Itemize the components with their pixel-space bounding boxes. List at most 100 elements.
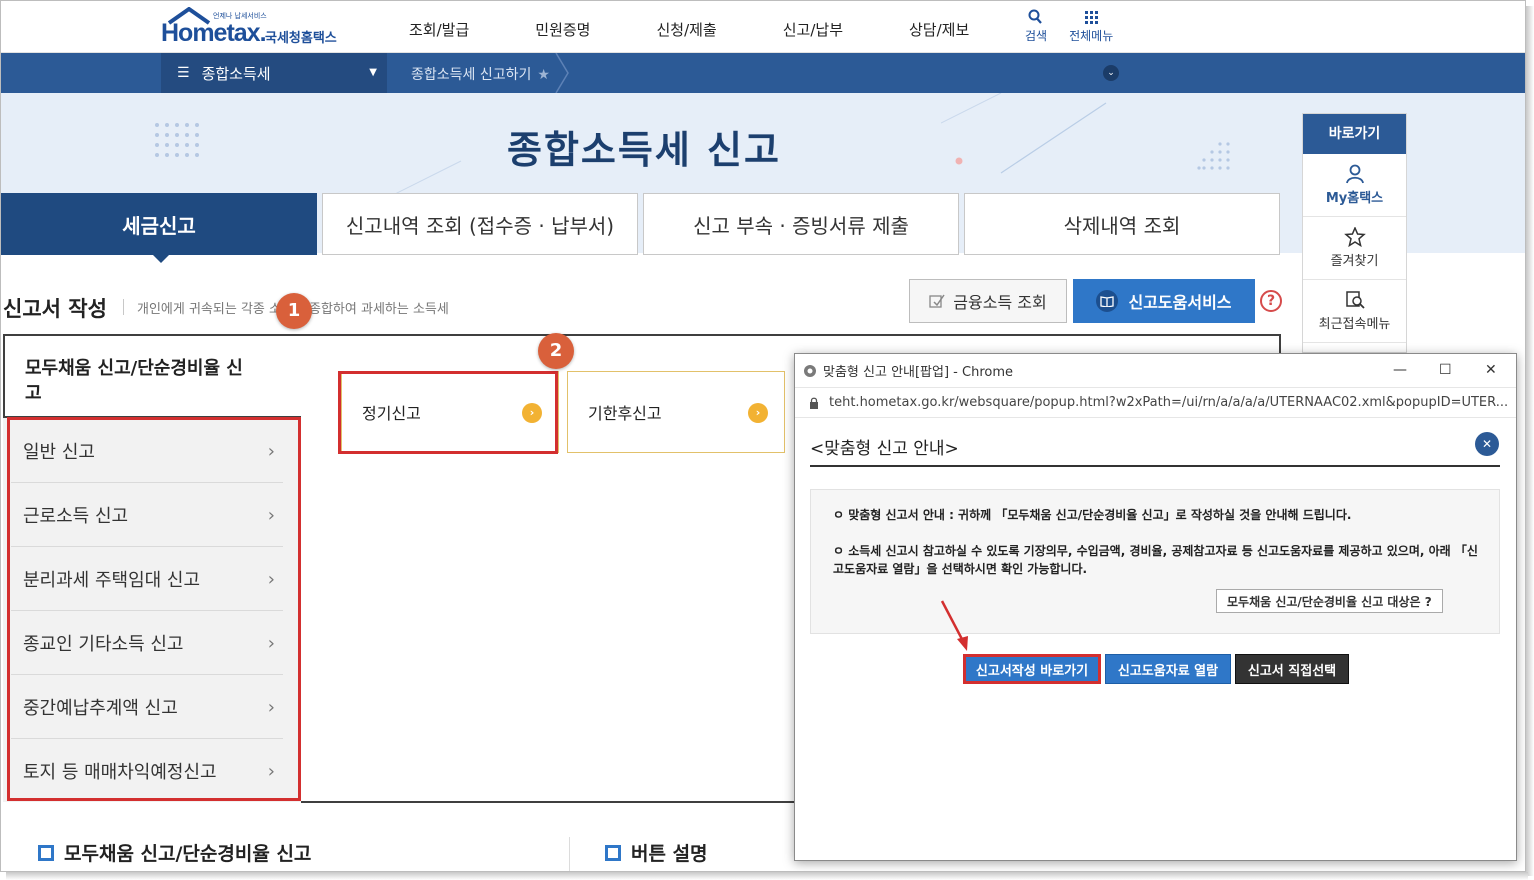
bottom-section-right: 버튼 설명 — [605, 839, 708, 866]
guide-line-1: ㅇ 맞춤형 신고서 안내 : 귀하께 「모두채움 신고/단순경비율 신고」로 작… — [833, 508, 1352, 522]
maximize-icon[interactable]: ☐ — [1439, 362, 1452, 378]
direct-select-button[interactable]: 신고서 직접선택 — [1235, 654, 1349, 684]
popup-url: teht.hometax.go.kr/websquare/popup.html?… — [829, 395, 1509, 410]
bottom-section-title: 버튼 설명 — [631, 843, 708, 865]
chevron-down-icon[interactable]: ⌄ — [1103, 65, 1119, 81]
hometax-page: 언제나 납세서비스 Hometax. 국세청홈택스 조회/발급 민원증명 신청/… — [0, 0, 1526, 872]
highlight-box-regular — [338, 371, 558, 454]
gnb-utilities: 검색 전체메뉴 — [1025, 9, 1135, 44]
help-question-icon[interactable]: ? — [1260, 290, 1282, 312]
lock-icon — [810, 397, 818, 409]
eligibility-button[interactable]: 모두채움 신고/단순경비율 신고 대상은 ? — [1216, 589, 1443, 613]
minimize-icon[interactable]: — — [1393, 362, 1407, 378]
grid-menu-icon — [1085, 11, 1099, 24]
eligibility-label: 모두채움 신고/단순경비율 신고 대상은 ? — [1227, 594, 1432, 609]
page-title: 종합소득세 신고 — [507, 128, 781, 172]
quick-item-myhometax[interactable]: My홈택스 — [1303, 154, 1406, 217]
chrome-page-icon — [804, 364, 816, 377]
star-icon — [1343, 227, 1366, 247]
step-badge-1: 1 — [276, 293, 312, 329]
lnb-item-active[interactable]: 모두채움 신고/단순경비율 신고 — [3, 334, 301, 418]
tab-label: 삭제내역 조회 — [1063, 213, 1181, 238]
all-menu-button[interactable]: 전체메뉴 — [1069, 9, 1113, 44]
gnb-item[interactable]: 상담/제보 — [909, 19, 969, 40]
filing-help-service-label: 신고도움서비스 — [1128, 293, 1232, 312]
star-icon[interactable]: ★ — [537, 67, 550, 83]
guide-line-2: ㅇ 소득세 신고시 참고하실 수 있도록 기장의무, 수입금액, 경비율, 공제… — [833, 544, 1478, 576]
quick-menu: 바로가기 My홈택스 즐겨찾기 최근접속메뉴 — [1302, 113, 1407, 353]
gnb-item[interactable]: 조회/발급 — [409, 19, 469, 40]
go-to-filing-button[interactable]: 신고서작성 바로가기 — [963, 654, 1101, 684]
hometax-logo[interactable]: 언제나 납세서비스 Hometax. 국세청홈택스 — [161, 5, 361, 49]
tab-attachments[interactable]: 신고 부속 · 증빙서류 제출 — [643, 193, 959, 255]
top-header: 언제나 납세서비스 Hometax. 국세청홈택스 조회/발급 민원증명 신청/… — [1, 1, 1525, 53]
global-nav: 조회/발급 민원증명 신청/제출 신고/납부 상담/제보 — [409, 19, 1035, 40]
guide-box: ㅇ 맞춤형 신고서 안내 : 귀하께 「모두채움 신고/단순경비율 신고」로 작… — [810, 489, 1500, 634]
lnb-active-label: 모두채움 신고/단순경비율 신고 — [25, 358, 243, 404]
category-label: 종합소득세 — [201, 64, 271, 83]
view-help-data-button[interactable]: 신고도움자료 열람 — [1105, 654, 1231, 684]
financial-income-label: 금융소득 조회 — [953, 293, 1047, 312]
card-late-filing[interactable]: 기한후신고 › — [567, 371, 785, 453]
quick-item-recent[interactable]: 최근접속메뉴 — [1303, 280, 1406, 343]
person-icon — [1345, 164, 1364, 184]
popup-window: 맞춤형 신고 안내[팝업] - Chrome — ☐ ✕ teht.hometa… — [794, 353, 1517, 861]
bottom-section-left: 모두채움 신고/단순경비율 신고 — [38, 839, 311, 866]
bottom-section-title: 모두채움 신고/단순경비율 신고 — [64, 843, 312, 865]
gnb-item[interactable]: 신청/제출 — [656, 19, 716, 40]
logo-brand: Hometax. — [161, 19, 267, 47]
quick-item-label: 즐겨찾기 — [1330, 254, 1379, 269]
category-dropdown[interactable]: ☰ 종합소득세 ▼ — [161, 53, 387, 93]
step-badge-2: 2 — [538, 333, 574, 369]
divider — [810, 465, 1500, 467]
book-icon — [1096, 290, 1119, 312]
view-help-data-label: 신고도움자료 열람 — [1117, 663, 1219, 679]
frame-shadow — [1526, 6, 1534, 876]
breadcrumb-label: 종합소득세 신고하기 — [411, 67, 532, 83]
hamburger-icon: ☰ — [177, 65, 190, 81]
tab-tax-filing[interactable]: 세금신고 — [1, 193, 317, 263]
quick-item-label: My홈택스 — [1325, 191, 1384, 206]
divider — [569, 837, 570, 871]
annotation-arrow-icon — [940, 600, 968, 651]
popup-titlebar[interactable]: 맞춤형 신고 안내[팝업] - Chrome — ☐ ✕ — [795, 354, 1516, 388]
main-tabs: 세금신고 신고내역 조회 (접수증 · 납부서) 신고 부속 · 증빙서류 제출… — [1, 193, 1285, 263]
gnb-item[interactable]: 신고/납부 — [783, 19, 843, 40]
financial-income-button[interactable]: 금융소득 조회 — [909, 279, 1067, 323]
logo-name: 국세청홈택스 — [265, 31, 337, 46]
window-close-icon[interactable]: ✕ — [1485, 362, 1497, 378]
caret-down-icon: ▼ — [369, 67, 377, 78]
breadcrumb-separator-icon — [555, 53, 569, 93]
direct-select-label: 신고서 직접선택 — [1247, 663, 1337, 679]
square-bullet-icon — [605, 844, 621, 861]
quick-item-favorites[interactable]: 즐겨찾기 — [1303, 217, 1406, 280]
quick-menu-title: 바로가기 — [1303, 114, 1406, 154]
tab-label: 신고 부속 · 증빙서류 제출 — [693, 213, 909, 238]
recent-search-icon — [1345, 291, 1365, 309]
gnb-item[interactable]: 민원증명 — [535, 19, 590, 40]
all-menu-label: 전체메뉴 — [1069, 29, 1114, 43]
card-label: 기한후신고 — [588, 404, 662, 423]
tab-deleted-history[interactable]: 삭제내역 조회 — [964, 193, 1280, 255]
location-bar: ☰ 종합소득세 ▼ 종합소득세 신고하기 ★ ⌄ — [1, 53, 1525, 93]
tab-label: 세금신고 — [122, 213, 196, 238]
frame-shadow — [6, 872, 1528, 880]
highlight-box-lnb — [7, 417, 301, 801]
filing-help-service-button[interactable]: 신고도움서비스 — [1073, 279, 1255, 323]
divider — [123, 299, 124, 315]
popup-window-title: 맞춤형 신고 안내[팝업] - Chrome — [823, 365, 1013, 380]
breadcrumb[interactable]: 종합소득세 신고하기 ★ — [411, 64, 550, 84]
search-icon — [1028, 9, 1042, 24]
search-label: 검색 — [1025, 29, 1048, 43]
popup-heading: <맞춤형 신고 안내> — [810, 439, 959, 459]
search-button[interactable]: 검색 — [1025, 9, 1047, 44]
quick-item-label: 최근접속메뉴 — [1318, 317, 1391, 332]
tab-filing-history[interactable]: 신고내역 조회 (접수증 · 납부서) — [322, 193, 638, 255]
go-to-filing-label: 신고서작성 바로가기 — [975, 663, 1089, 679]
square-bullet-icon — [38, 844, 54, 861]
arrow-right-icon: › — [748, 403, 768, 423]
active-tab-pointer — [152, 254, 170, 263]
popup-address-bar[interactable]: teht.hometax.go.kr/websquare/popup.html?… — [795, 388, 1516, 418]
close-icon[interactable]: ✕ — [1475, 432, 1499, 456]
section-title: 신고서 작성 — [3, 297, 107, 321]
